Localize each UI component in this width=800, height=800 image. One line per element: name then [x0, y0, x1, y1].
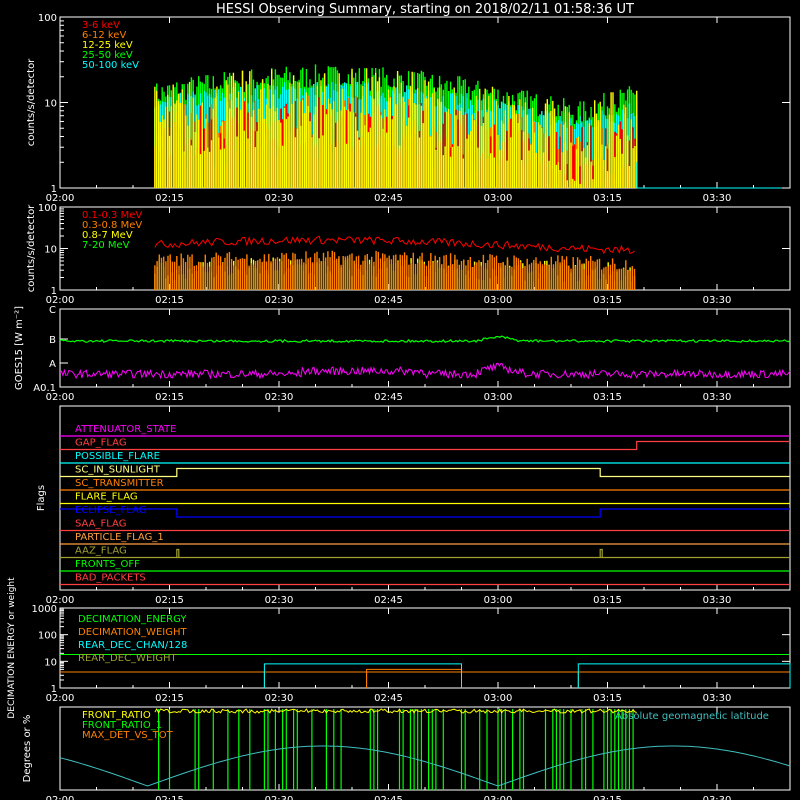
- observing-summary-figure: HESSI Observing Summary, starting on 201…: [7, 2, 791, 800]
- panel-goes-time-tick-label: 03:15: [593, 392, 622, 403]
- panel-xray-time-tick-label: 02:15: [155, 193, 184, 204]
- panel-xray-legend-4: 50-100 keV: [82, 60, 139, 71]
- panel-decimation-legend-2: REAR_DEC_CHAN/128: [78, 640, 187, 651]
- panel-decimation-box-2-0: [263, 663, 462, 688]
- panel-ratio-time-tick-label: 02:45: [374, 795, 403, 800]
- panel-flags-label-1: GAP_FLAG: [75, 438, 127, 449]
- panel-goes-series-short: [59, 362, 791, 380]
- panel-decimation-time-tick-label: 03:15: [593, 693, 622, 704]
- panel-decimation-y-tick-label: 1: [51, 684, 57, 695]
- panel-goes-time-tick-label: 02:30: [265, 392, 294, 403]
- panel-flags-label-2: POSSIBLE_FLARE: [75, 451, 160, 462]
- panel-goes-y-tick-label: A0.1: [33, 383, 56, 394]
- panel-xray-y-tick-label: 100: [38, 13, 57, 24]
- panel-decimation-legend-3: REAR_DEC_WEIGHT: [78, 653, 177, 664]
- panel-ratio-legend-3: Absolute geomagnetic latitude: [615, 711, 769, 722]
- panel-gamma-legend-3: 7-20 MeV: [82, 240, 130, 251]
- panel-ratio-time-tick-label: 03:30: [703, 795, 732, 800]
- panel-flags-label-6: ECLIPSE_FLAG: [75, 505, 146, 516]
- panel-ratio-time-tick-label: 03:15: [593, 795, 622, 800]
- panel-xray-series-2: [154, 68, 638, 188]
- panel-flags-label-5: FLARE_FLAG: [75, 492, 138, 503]
- panel-goes-series-long: [59, 335, 791, 344]
- panel-flags-label-8: PARTICLE_FLAG_1: [75, 532, 164, 543]
- panel-flags-time-tick-label: 03:30: [703, 595, 732, 606]
- panel-flags-label-11: BAD_PACKETS: [75, 573, 146, 584]
- panel-flags-time-tick-label: 02:45: [374, 595, 403, 606]
- panel-flags-label-9: AAZ_FLAG: [75, 546, 127, 557]
- panel-flags-trace-9: [60, 548, 790, 559]
- panel-gamma-series-0: [154, 235, 635, 255]
- panel-flags-trace-6: [60, 508, 790, 518]
- panel-gamma-time-tick-label: 02:15: [155, 295, 184, 306]
- panel-decimation-legend-1: DECIMATION_WEIGHT: [78, 627, 187, 638]
- panel-decimation-box-2-1: [577, 663, 791, 688]
- panel-flags-label-3: SC_IN_SUNLIGHT: [75, 465, 161, 476]
- panel-goes-ylabel: GOES15 [W m⁻²]: [14, 306, 25, 390]
- panel-xray-time-tick-label: 03:00: [484, 193, 513, 204]
- panel-xray-time-tick-label: 03:30: [703, 193, 732, 204]
- panel-ratio-ylabel: Degrees or %: [22, 715, 33, 783]
- panel-gamma-ylabel: counts/s/detector: [26, 204, 37, 292]
- panel-ratio-series-front-ratio: [154, 707, 637, 715]
- panel-flags-time-tick-label: 02:30: [265, 595, 294, 606]
- panel-flags-label-10: FRONTS_OFF: [75, 559, 140, 570]
- panel-gamma-time-tick-label: 02:30: [265, 295, 294, 306]
- panel-decimation-y-tick-label: 1000: [32, 604, 57, 615]
- panel-ratio-time-tick-label: 02:30: [265, 795, 294, 800]
- panel-flags-label-4: SC_TRANSMITTER: [75, 478, 164, 489]
- panel-goes-time-tick-label: 03:30: [703, 392, 732, 403]
- panel-xray-y-tick-label: 1: [51, 184, 57, 195]
- panel-ratio-legend-2: MAX_DET_VS_TOT: [82, 730, 174, 741]
- panel-gamma-series-1: [154, 250, 636, 290]
- panel-flags-trace-3: [60, 467, 790, 478]
- panel-decimation-box-1-2: [577, 671, 791, 688]
- panel-flags-time-tick-label: 02:15: [155, 595, 184, 606]
- panel-ratio-series-front-ratio-1: [158, 709, 634, 790]
- chart-title: HESSI Observing Summary, starting on 201…: [216, 2, 634, 17]
- panel-ratio-time-tick-label: 02:15: [155, 795, 184, 800]
- panel-gamma-y-tick-label: 1: [51, 286, 57, 297]
- panel-flags-time-tick-label: 03:00: [484, 595, 513, 606]
- panel-goes-y-tick-label: B: [49, 335, 56, 346]
- panel-goes-y-tick-label: A: [49, 359, 56, 370]
- panel-flags-ylabel: Flags: [36, 485, 47, 511]
- panel-decimation-time-tick-label: 02:30: [265, 693, 294, 704]
- panel-ratio-time-tick-label: 02:00: [46, 795, 75, 800]
- panel-decimation-legend-0: DECIMATION_ENERGY: [78, 614, 187, 625]
- panel-decimation-ylabel: DECIMATION ENERGY or weight: [7, 577, 17, 719]
- panel-decimation-y-tick-label: 100: [38, 631, 57, 642]
- panel-gamma-y-tick-label: 100: [38, 203, 57, 214]
- panel-ratio-time-tick-label: 03:00: [484, 795, 513, 800]
- panel-gamma-time-tick-label: 02:45: [374, 295, 403, 306]
- panel-gamma-time-tick-label: 03:15: [593, 295, 622, 306]
- panel-decimation-time-tick-label: 03:30: [703, 693, 732, 704]
- panel-xray-y-tick-label: 10: [44, 99, 57, 110]
- panel-goes-time-tick-label: 02:45: [374, 392, 403, 403]
- panel-xray-time-tick-label: 02:45: [374, 193, 403, 204]
- panel-xray-ylabel: counts/s/detector: [26, 58, 37, 146]
- panel-gamma-time-tick-label: 03:30: [703, 295, 732, 306]
- panel-decimation-y-tick-label: 10: [44, 657, 57, 668]
- panel-flags-time-tick-label: 03:15: [593, 595, 622, 606]
- panel-xray-time-tick-label: 03:15: [593, 193, 622, 204]
- panel-goes-time-tick-label: 03:00: [484, 392, 513, 403]
- panel-decimation-time-tick-label: 02:45: [374, 693, 403, 704]
- panel-flags-label-7: SAA_FLAG: [75, 519, 126, 530]
- panel-flags-trace-1: [60, 440, 790, 451]
- panel-flags-label-0: ATTENUATOR_STATE: [75, 424, 176, 435]
- panel-decimation-time-tick-label: 02:15: [155, 693, 184, 704]
- panel-decimation-time-tick-label: 03:00: [484, 693, 513, 704]
- panel-gamma-y-tick-label: 10: [44, 245, 57, 256]
- panel-xray-time-tick-label: 02:30: [265, 193, 294, 204]
- panel-gamma-time-tick-label: 03:00: [484, 295, 513, 306]
- panel-goes-y-tick-label: C: [49, 305, 56, 316]
- panel-goes-time-tick-label: 02:15: [155, 392, 184, 403]
